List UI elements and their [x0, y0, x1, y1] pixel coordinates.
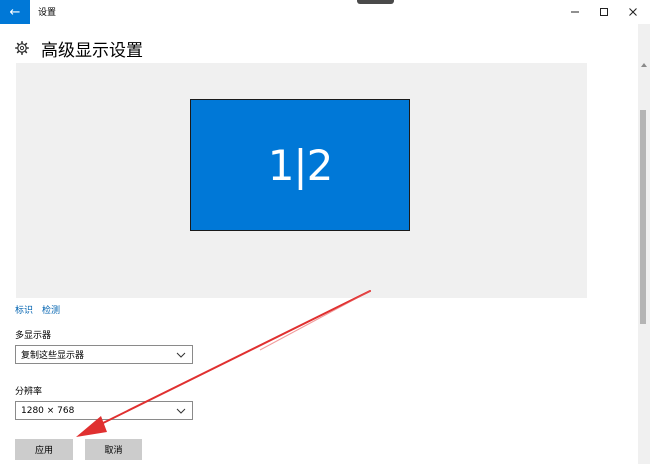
maximize-icon	[600, 8, 608, 16]
scroll-thumb[interactable]	[640, 110, 646, 324]
app-title: 设置	[38, 8, 57, 18]
chevron-down-icon	[176, 352, 186, 358]
identify-link[interactable]: 标识	[15, 303, 33, 316]
multiple-displays-label: 多显示器	[15, 331, 52, 341]
chevron-down-icon	[176, 408, 186, 414]
back-arrow-icon: ←	[9, 4, 21, 20]
drag-handle[interactable]	[357, 0, 394, 4]
monitor-label: 1|2	[267, 140, 334, 190]
resolution-dropdown[interactable]: 1280 × 768	[15, 401, 193, 420]
monitor-tile[interactable]: 1|2	[190, 99, 410, 231]
detect-link[interactable]: 检测	[42, 303, 60, 316]
display-arrangement-area: 1|2	[16, 63, 587, 298]
page-title: 高级显示设置	[41, 40, 143, 61]
apply-button[interactable]: 应用	[15, 439, 73, 460]
minimize-button[interactable]	[560, 0, 590, 24]
multiple-displays-value: 复制这些显示器	[21, 351, 85, 361]
title-bar: ← 设置	[0, 0, 650, 24]
resolution-value: 1280 × 768	[21, 405, 75, 416]
page-header: 高级显示设置	[14, 36, 143, 61]
vertical-scrollbar[interactable]	[638, 24, 650, 464]
maximize-button[interactable]	[589, 0, 619, 24]
gear-icon	[14, 40, 30, 56]
scroll-up-arrow-icon[interactable]	[638, 60, 650, 70]
close-button[interactable]	[618, 0, 648, 24]
close-icon	[629, 8, 637, 16]
resolution-label: 分辨率	[15, 387, 43, 397]
multiple-displays-dropdown[interactable]: 复制这些显示器	[15, 345, 193, 364]
back-button[interactable]: ←	[0, 0, 30, 24]
minimize-icon	[571, 11, 579, 13]
cancel-button[interactable]: 取消	[85, 439, 142, 460]
display-links: 标识 检测	[15, 303, 60, 316]
